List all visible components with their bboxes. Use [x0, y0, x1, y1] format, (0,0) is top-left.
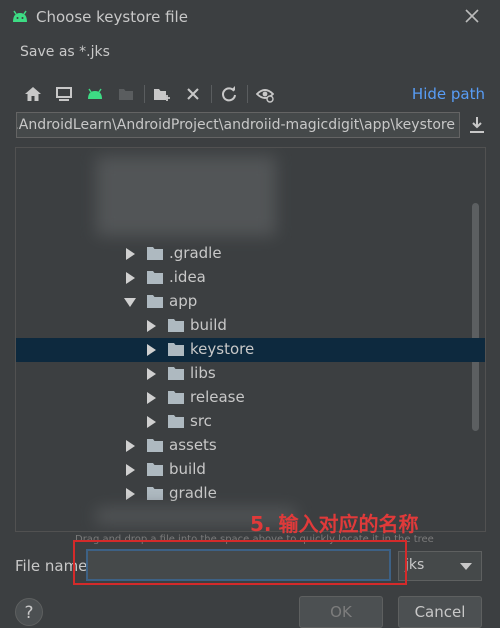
expand-arrow-icon[interactable]: [147, 320, 156, 332]
tree-item-label: libs: [190, 364, 216, 382]
tree-item-label: release: [190, 388, 245, 406]
show-hidden-files-icon: [256, 89, 274, 103]
desktop-icon: [56, 87, 72, 101]
expand-arrow-icon[interactable]: [147, 392, 156, 404]
toolbar-separator: [211, 85, 212, 103]
folder-icon: [147, 487, 163, 500]
path-value: ...AndroidLearn\AndroidProject\androiid-…: [16, 117, 455, 133]
tree-row[interactable]: src: [16, 410, 485, 434]
expand-arrow-icon[interactable]: [147, 344, 156, 356]
tree-row-selected[interactable]: keystore: [16, 338, 485, 362]
folder-icon: [168, 415, 184, 428]
extension-value: jks: [405, 557, 425, 573]
toolbar-separator: [144, 85, 145, 103]
folder-icon: [147, 439, 163, 452]
path-field[interactable]: ...AndroidLearn\AndroidProject\androiid-…: [16, 112, 460, 138]
refresh-icon: [222, 86, 236, 102]
expand-arrow-icon[interactable]: [126, 440, 135, 452]
cancel-button[interactable]: Cancel: [398, 596, 482, 628]
delete-icon: [187, 88, 199, 100]
new-folder-icon: [154, 89, 170, 101]
home-icon: [25, 87, 41, 101]
folder-icon: [147, 295, 163, 308]
close-icon[interactable]: [464, 8, 480, 24]
show-hidden-button[interactable]: [254, 83, 276, 105]
tree-item-label: build: [190, 316, 227, 334]
annotation-text: 5. 输入对应的名称: [250, 512, 419, 536]
tree-row[interactable]: build: [16, 458, 485, 482]
android-icon: [88, 88, 102, 99]
tree-item-label: .gradle: [169, 244, 222, 262]
tree-row[interactable]: .idea: [16, 266, 485, 290]
expand-arrow-icon[interactable]: [147, 368, 156, 380]
help-button[interactable]: ?: [15, 598, 43, 626]
collapse-arrow-icon[interactable]: [124, 298, 136, 307]
tree-item-label: src: [190, 412, 212, 430]
folder-icon: [147, 247, 163, 260]
tree-item-label: .idea: [169, 268, 206, 286]
title-bar: Choose keystore file: [0, 0, 500, 36]
tree-item-label: gradle: [169, 484, 217, 502]
ok-button[interactable]: OK: [299, 596, 383, 628]
module-button[interactable]: [115, 83, 137, 105]
android-icon: [13, 10, 27, 22]
tree-item-label: app: [169, 292, 198, 310]
folder-icon: [168, 391, 184, 404]
expand-arrow-icon[interactable]: [147, 416, 156, 428]
tree-row[interactable]: libs: [16, 362, 485, 386]
project-button[interactable]: [84, 83, 106, 105]
expand-arrow-icon[interactable]: [126, 464, 135, 476]
expand-arrow-icon[interactable]: [126, 248, 135, 260]
save-as-description: Save as *.jks: [20, 44, 110, 60]
chevron-down-icon: [460, 563, 472, 570]
tree-item-label: assets: [169, 436, 217, 454]
module-folder-icon: [119, 89, 133, 100]
tree-item-label: build: [169, 460, 206, 478]
folder-icon: [147, 271, 163, 284]
tree-row[interactable]: app: [16, 290, 485, 314]
toolbar-separator: [247, 85, 248, 103]
tree-row[interactable]: assets: [16, 434, 485, 458]
expand-arrow-icon[interactable]: [126, 272, 135, 284]
tree-item-label: keystore: [190, 340, 255, 358]
delete-button[interactable]: [182, 83, 204, 105]
folder-icon: [168, 319, 184, 332]
tree-row[interactable]: .gradle: [16, 242, 485, 266]
blurred-region: [96, 156, 276, 236]
extension-dropdown[interactable]: jks: [398, 551, 482, 581]
home-button[interactable]: [22, 83, 44, 105]
refresh-button[interactable]: [218, 83, 240, 105]
annotation-highlight-box: [73, 540, 407, 585]
new-folder-button[interactable]: [151, 83, 173, 105]
tree-row[interactable]: build: [16, 314, 485, 338]
folder-icon: [168, 343, 184, 356]
tree-row[interactable]: gradle: [16, 482, 485, 506]
folder-icon: [168, 367, 184, 380]
hide-path-link[interactable]: Hide path: [412, 85, 485, 103]
toolbar: [22, 82, 285, 106]
folder-icon: [147, 463, 163, 476]
desktop-button[interactable]: [53, 83, 75, 105]
file-tree[interactable]: .gradle .idea app build keystore libs re…: [15, 147, 486, 532]
download-icon[interactable]: [468, 116, 486, 134]
expand-arrow-icon[interactable]: [126, 488, 135, 500]
tree-row[interactable]: release: [16, 386, 485, 410]
window-title: Choose keystore file: [36, 8, 188, 26]
